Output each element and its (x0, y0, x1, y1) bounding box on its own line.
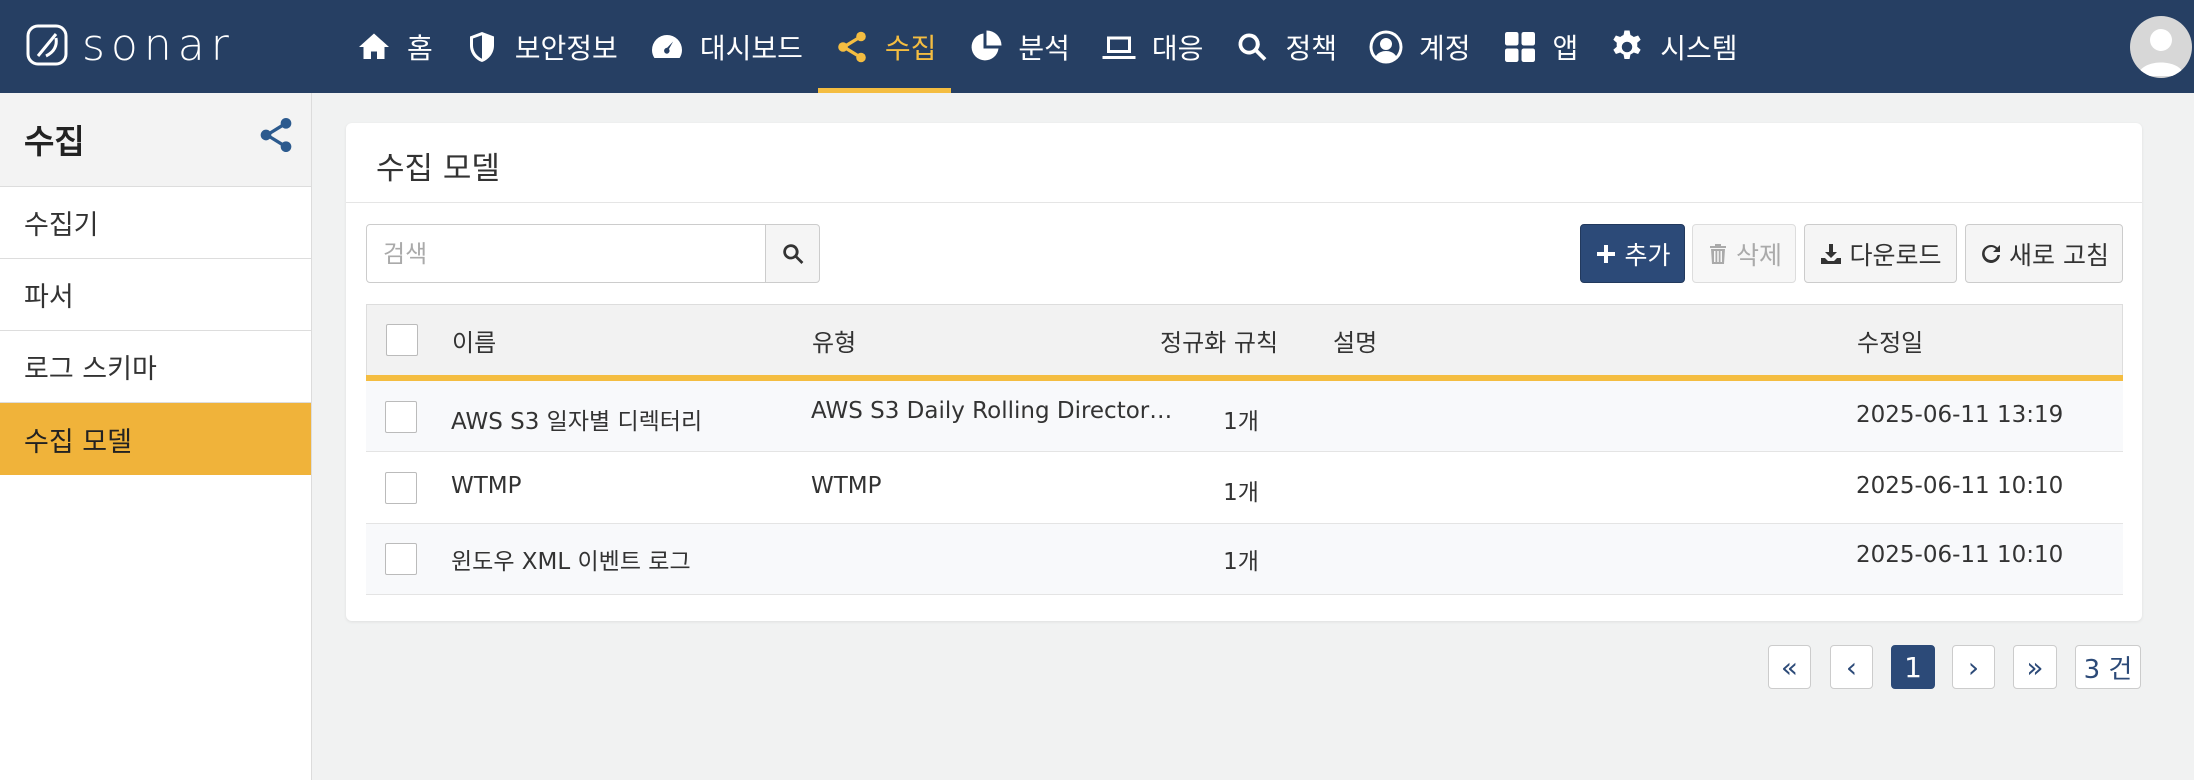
last-page-button[interactable]: » (2013, 645, 2057, 689)
nav-label: 정책 (1285, 31, 1337, 65)
sidebar-header: 수집 (0, 93, 311, 187)
nav-label: 앱 (1552, 31, 1579, 65)
download-label: 다운로드 (1849, 240, 1942, 270)
nav-item-account[interactable]: 계정 (1352, 0, 1486, 93)
cell-name[interactable]: WTMP (451, 473, 522, 499)
row-checkbox[interactable] (385, 401, 417, 433)
cell-name[interactable]: AWS S3 일자별 디렉터리 (451, 402, 702, 436)
cell-rules: 1개 (1223, 480, 1259, 506)
nav-label: 대시보드 (699, 31, 803, 65)
gear-icon (1608, 28, 1646, 66)
column-header-type[interactable]: 유형 (812, 323, 856, 358)
select-all-checkbox[interactable] (386, 324, 418, 356)
cell-rules: 1개 (1223, 409, 1259, 435)
nav-label: 계정 (1418, 31, 1471, 65)
avatar-person-icon (2138, 29, 2184, 76)
cell-type: WTMP (811, 473, 882, 499)
nav-label: 수집 (884, 31, 937, 65)
user-avatar[interactable] (2130, 16, 2192, 78)
add-label: 추가 (1624, 240, 1671, 270)
row-checkbox[interactable] (385, 472, 417, 504)
column-header-description[interactable]: 설명 (1333, 323, 1377, 358)
collect-model-panel: 수집 모델 추가 삭제 다운로드 새로 고침 이름 유형 정규화 규칙 설명 수… (346, 123, 2142, 621)
download-button[interactable]: 다운로드 (1804, 224, 1957, 283)
first-page-button[interactable]: « (1768, 645, 1811, 689)
sidebar-item-collect-models[interactable]: 수집 모델 (0, 403, 311, 475)
divider (346, 202, 2142, 203)
main-nav: 홈 보안정보 대시보드 수집 분석 대응 정책 계정 앱 시스템 (340, 0, 1753, 93)
sidebar: 수집 수집기 파서 로그 스키마 수집 모델 (0, 93, 312, 780)
sonar-logo[interactable]: sonar (24, 19, 235, 71)
nav-item-apps[interactable]: 앱 (1486, 0, 1594, 93)
panel-title: 수집 모델 (376, 151, 500, 187)
plus-icon (1597, 244, 1616, 263)
table-row[interactable]: 윈도우 XML 이벤트 로그 1개 2025-06-11 10:10 (366, 524, 2123, 595)
search-button[interactable] (765, 224, 820, 283)
total-count: 3 건 (2075, 645, 2141, 689)
refresh-button[interactable]: 새로 고침 (1965, 224, 2123, 283)
nav-item-security-info[interactable]: 보안정보 (448, 0, 633, 93)
row-checkbox[interactable] (385, 543, 417, 575)
column-header-modified[interactable]: 수정일 (1857, 323, 1923, 358)
nav-item-response[interactable]: 대응 (1085, 0, 1219, 93)
shield-icon (463, 28, 501, 66)
nav-label: 홈 (407, 31, 433, 65)
dashboard-icon (648, 28, 686, 66)
download-icon (1821, 243, 1842, 264)
nav-label: 대응 (1151, 31, 1204, 65)
share-icon[interactable] (256, 115, 296, 155)
brand-name: sonar (82, 19, 235, 71)
cell-name[interactable]: 윈도우 XML 이벤트 로그 (451, 542, 691, 576)
laptop-icon (1100, 28, 1138, 66)
cell-type: AWS S3 Daily Rolling Director… (811, 398, 1173, 424)
table-row[interactable]: AWS S3 일자별 디렉터리 AWS S3 Daily Rolling Dir… (366, 381, 2123, 452)
add-button[interactable]: 추가 (1580, 224, 1685, 283)
column-header-rules[interactable]: 정규화 규칙 (1160, 323, 1278, 358)
nav-item-analysis[interactable]: 분석 (951, 0, 1085, 93)
cell-modified: 2025-06-11 13:19 (1856, 402, 2064, 428)
share-icon (833, 28, 871, 66)
search-icon (782, 243, 803, 264)
nav-item-policy[interactable]: 정책 (1218, 0, 1352, 93)
nav-item-collect[interactable]: 수집 (817, 0, 952, 93)
prev-page-button[interactable]: ‹ (1830, 645, 1873, 689)
nav-label: 보안정보 (514, 31, 618, 65)
sonar-logo-icon (26, 24, 68, 66)
refresh-icon (1982, 244, 2001, 263)
search-icon (1233, 28, 1271, 66)
table-row[interactable]: WTMP WTMP 1개 2025-06-11 10:10 (366, 452, 2123, 524)
nav-item-dashboard[interactable]: 대시보드 (633, 0, 818, 93)
sidebar-title: 수집 (24, 122, 85, 161)
column-header-name[interactable]: 이름 (452, 323, 496, 358)
table-header: 이름 유형 정규화 규칙 설명 수정일 (366, 304, 2123, 379)
nav-label: 시스템 (1660, 31, 1738, 65)
nav-item-home[interactable]: 홈 (340, 0, 448, 93)
delete-label: 삭제 (1735, 240, 1782, 270)
nav-item-system[interactable]: 시스템 (1593, 0, 1752, 93)
sidebar-item-collectors[interactable]: 수집기 (0, 187, 311, 259)
user-circle-icon (1367, 28, 1405, 66)
cell-rules: 1개 (1223, 549, 1259, 575)
top-nav-bar: sonar 홈 보안정보 대시보드 수집 분석 대응 정책 계정 앱 시스템 (0, 0, 2194, 93)
search-input[interactable] (366, 224, 766, 283)
page-1-button[interactable]: 1 (1891, 645, 1935, 689)
next-page-button[interactable]: › (1952, 645, 1995, 689)
sidebar-item-parsers[interactable]: 파서 (0, 259, 311, 331)
pie-chart-icon (966, 28, 1004, 66)
grid-icon (1501, 28, 1539, 66)
trash-icon (1709, 243, 1726, 264)
nav-label: 분석 (1018, 31, 1070, 65)
cell-modified: 2025-06-11 10:10 (1856, 473, 2064, 499)
refresh-label: 새로 고침 (2009, 240, 2109, 270)
sidebar-item-log-schema[interactable]: 로그 스키마 (0, 331, 311, 403)
cell-modified: 2025-06-11 10:10 (1856, 542, 2064, 568)
delete-button[interactable]: 삭제 (1692, 224, 1796, 283)
home-icon (355, 28, 393, 66)
